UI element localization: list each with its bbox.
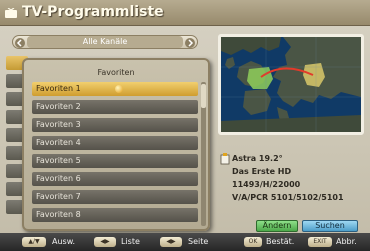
favorites-item-label: Favoriten 7 — [36, 192, 81, 201]
favorites-item[interactable]: Favoriten 7 — [32, 190, 198, 204]
chevron-right-icon[interactable] — [185, 38, 195, 48]
popup-scrollbar[interactable] — [201, 82, 206, 226]
key-hint-label: Seite — [188, 237, 209, 246]
suchen-button[interactable]: Suchen — [302, 220, 358, 232]
category-label: Alle Kanäle — [27, 36, 183, 48]
satellite-icon — [220, 153, 230, 165]
page-title: TV-Programmliste — [22, 4, 164, 20]
favorites-item-label: Favoriten 2 — [36, 102, 81, 111]
page-key-icon: ◀▶ — [160, 237, 182, 247]
favorites-item[interactable]: Favoriten 1 — [32, 82, 198, 96]
favorites-item-label: Favoriten 1 — [36, 84, 81, 93]
navigate-key-icon: ▲/▼ — [22, 237, 46, 247]
europe-map-image — [221, 37, 361, 132]
favorites-item[interactable]: Favoriten 2 — [32, 100, 198, 114]
ok-key-icon: OK — [244, 237, 262, 247]
favorites-popup: Favoriten Favoriten 1 Favoriten 2 Favori… — [22, 58, 210, 231]
andern-button[interactable]: Ändern — [256, 220, 298, 232]
favorites-item[interactable]: Favoriten 4 — [32, 136, 198, 150]
pid-info: V/A/PCR 5101/5102/5101 — [232, 193, 344, 202]
favorites-item-label: Favoriten 4 — [36, 138, 81, 147]
favorites-item[interactable]: Favoriten 6 — [32, 172, 198, 186]
chevron-left-icon[interactable] — [15, 38, 25, 48]
favorites-item-label: Favoriten 6 — [36, 174, 81, 183]
tv-program-list-screen: TV-Programmliste Alle Kanäle Favoriten F… — [0, 0, 370, 251]
key-hint-bar: ▲/▼ Ausw. ◀▶ Liste ◀▶ Seite OK Bestät. E… — [0, 233, 370, 251]
satellite-footprint-map — [218, 34, 364, 135]
favorites-item-label: Favoriten 8 — [36, 210, 81, 219]
title-bar: TV-Programmliste — [0, 0, 370, 26]
scrollbar-thumb[interactable] — [201, 84, 206, 108]
channel-name: Das Erste HD — [232, 167, 292, 176]
key-hint-label: Ausw. — [52, 237, 76, 246]
exit-key-icon: EXIT — [308, 237, 332, 247]
satellite-name: Astra 19.2° — [232, 154, 283, 163]
favorite-star-icon — [115, 85, 123, 93]
category-selector[interactable]: Alle Kanäle — [12, 35, 198, 49]
favorites-item-label: Favoriten 3 — [36, 120, 81, 129]
key-hint-label: Bestät. — [266, 237, 295, 246]
tv-icon — [5, 8, 17, 18]
key-hint-label: Abbr. — [336, 237, 357, 246]
popup-title: Favoriten — [97, 68, 135, 77]
favorites-item[interactable]: Favoriten 3 — [32, 118, 198, 132]
favorites-item[interactable]: Favoriten 5 — [32, 154, 198, 168]
transponder-info: 11493/H/22000 — [232, 180, 301, 189]
favorites-item[interactable]: Favoriten 8 — [32, 208, 198, 222]
key-hint-label: Liste — [121, 237, 140, 246]
favorites-item-label: Favoriten 5 — [36, 156, 81, 165]
list-key-icon: ◀▶ — [94, 237, 116, 247]
